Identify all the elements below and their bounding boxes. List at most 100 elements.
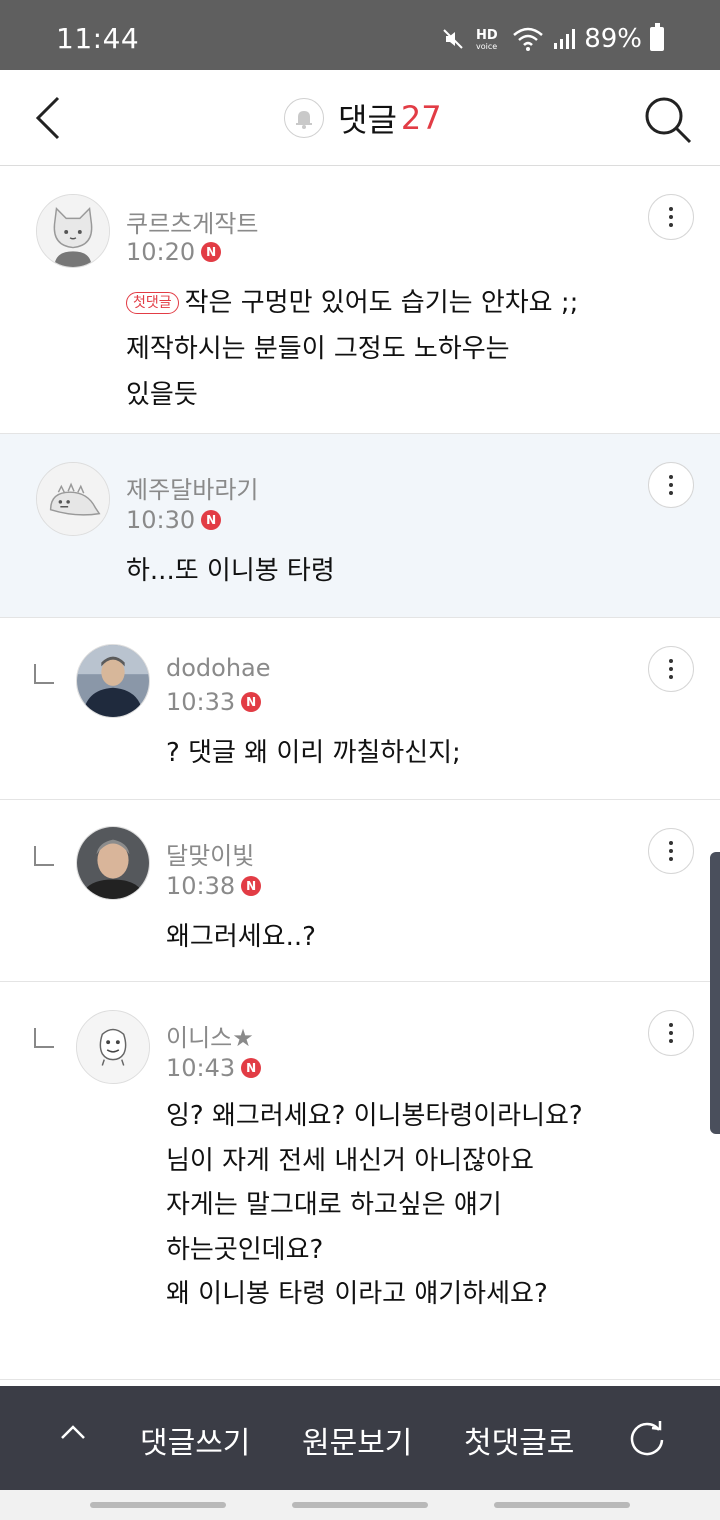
comment-body: 첫댓글 작은 구멍만 있어도 습기는 안차요 ;; 제작하시는 분들이 그정도 노… (126, 280, 578, 418)
battery-icon (650, 23, 664, 51)
dot (669, 475, 673, 479)
comment-line: 제작하시는 분들이 그정도 노하우는 (126, 334, 510, 364)
time-text: 10:20 (126, 238, 196, 266)
scroll-to-top-icon[interactable] (58, 1418, 88, 1448)
time-text: 10:33 (166, 688, 236, 716)
write-comment-button[interactable]: 댓글쓰기 (140, 1418, 250, 1462)
comment-author[interactable]: 이니스★ (166, 1018, 254, 1053)
reply-indicator-icon (34, 1028, 54, 1048)
new-badge: N (241, 876, 262, 896)
comment-body: 왜그러세요..? (166, 914, 316, 960)
first-comment-button[interactable]: 첫댓글로 (464, 1418, 574, 1462)
comment-count: 27 (400, 99, 442, 137)
profile-photo-icon (77, 827, 149, 899)
comment-body: 잉? 왜그러세요? 이니봉타령이라니요? 님이 자게 전세 내신거 아니잖아요 … (166, 1094, 583, 1317)
dot (669, 1023, 673, 1027)
time-text: 10:38 (166, 872, 236, 900)
dot (669, 857, 673, 861)
new-badge: N (201, 242, 222, 262)
dot (669, 841, 673, 845)
profile-photo-icon (77, 645, 149, 717)
back-arrow-icon[interactable] (30, 94, 70, 142)
status-time: 11:44 (56, 22, 140, 55)
comment-line: 하...또 이니봉 타령 (126, 556, 335, 586)
comment-time: 10:43 N (166, 1054, 262, 1082)
more-options-button[interactable] (648, 646, 694, 692)
comment-body: 하...또 이니봉 타령 (126, 548, 335, 594)
more-options-button[interactable] (648, 828, 694, 874)
comment-time: 10:20 N (126, 238, 222, 266)
avatar[interactable] (76, 1010, 150, 1084)
dot (669, 491, 673, 495)
comment-author[interactable]: 쿠르츠게작트 (126, 204, 258, 239)
search-icon[interactable] (642, 94, 694, 146)
new-badge: N (241, 692, 262, 712)
bell-icon[interactable] (284, 98, 324, 138)
comment-time: 10:33 N (166, 688, 262, 716)
comment-line: 작은 구멍만 있어도 습기는 안차요 ;; (184, 288, 579, 318)
comment-author[interactable]: 달맞이빛 (166, 836, 254, 871)
comment-line: 하는곳인데요? (166, 1234, 324, 1265)
dot (669, 675, 673, 679)
dot (669, 849, 673, 853)
avatar[interactable] (36, 462, 110, 536)
reply-item: 달맞이빛 10:38 N 왜그러세요..? (0, 800, 720, 982)
dot (669, 1039, 673, 1043)
status-bar: 11:44 HD voice 89% (0, 0, 720, 70)
avatar[interactable] (36, 194, 110, 268)
comment-item: 제주달바라기 10:30 N 하...또 이니봉 타령 (0, 434, 720, 618)
dot (669, 215, 673, 219)
comment-line: ? 댓글 왜 이리 까칠하신지; (166, 738, 461, 768)
reply-indicator-icon (34, 664, 54, 684)
cat-character-icon (37, 195, 109, 267)
comment-item: 쿠르츠게작트 10:20 N 첫댓글 작은 구멍만 있어도 습기는 안차요 ;; … (0, 166, 720, 434)
dot (669, 207, 673, 211)
refresh-icon[interactable] (626, 1418, 668, 1460)
comment-line: 님이 자게 전세 내신거 아니잖아요 (166, 1145, 534, 1176)
comment-line: 왜그러세요..? (166, 922, 316, 952)
view-original-button[interactable]: 원문보기 (302, 1418, 412, 1462)
nav-back-button[interactable] (494, 1502, 630, 1508)
comment-time: 10:30 N (126, 506, 222, 534)
comments-header: 댓글 27 (0, 70, 720, 166)
title-text: 댓글 (338, 101, 397, 139)
comment-body: ? 댓글 왜 이리 까칠하신지; (166, 730, 461, 776)
dot (669, 667, 673, 671)
reply-item: dodohae 10:33 N ? 댓글 왜 이리 까칠하신지; (0, 618, 720, 800)
more-options-button[interactable] (648, 194, 694, 240)
time-text: 10:43 (166, 1054, 236, 1082)
comment-line: 잉? 왜그러세요? 이니봉타령이라니요? (166, 1101, 583, 1131)
scrollbar-thumb[interactable] (710, 852, 720, 1134)
character-avatar-icon (77, 1011, 149, 1083)
page-title: 댓글 27 (284, 96, 442, 140)
time-text: 10:30 (126, 506, 196, 534)
dot (669, 1031, 673, 1035)
dot (669, 483, 673, 487)
mute-icon (443, 29, 463, 49)
first-comment-tag: 첫댓글 (126, 292, 179, 314)
battery-percent: 89% (584, 24, 642, 54)
svg-text:HD: HD (476, 28, 498, 43)
wifi-icon (513, 27, 544, 51)
system-nav-bar (0, 1490, 720, 1520)
new-badge: N (241, 1058, 262, 1078)
status-icons: HD voice 89% (442, 23, 664, 54)
more-options-button[interactable] (648, 1010, 694, 1056)
comment-line: 왜 이니봉 타령 이라고 얘기하세요? (166, 1279, 548, 1309)
bottom-action-bar: 댓글쓰기 원문보기 첫댓글로 (0, 1386, 720, 1490)
comment-line: 자게는 말그대로 하고싶은 얘기 (166, 1190, 502, 1220)
reply-item: 이니스★ 10:43 N 잉? 왜그러세요? 이니봉타령이라니요? 님이 자게 … (0, 982, 720, 1380)
comment-author[interactable]: dodohae (166, 654, 271, 682)
avatar[interactable] (76, 826, 150, 900)
more-options-button[interactable] (648, 462, 694, 508)
avatar[interactable] (76, 644, 150, 718)
reply-indicator-icon (34, 846, 54, 866)
dinosaur-character-icon (37, 463, 109, 535)
svg-text:voice: voice (476, 42, 497, 51)
nav-home-button[interactable] (292, 1502, 428, 1508)
comment-author[interactable]: 제주달바라기 (126, 470, 258, 505)
dot (669, 659, 673, 663)
dot (669, 223, 673, 227)
hd-voice-icon: HD voice (476, 28, 498, 51)
nav-recent-button[interactable] (90, 1502, 226, 1508)
